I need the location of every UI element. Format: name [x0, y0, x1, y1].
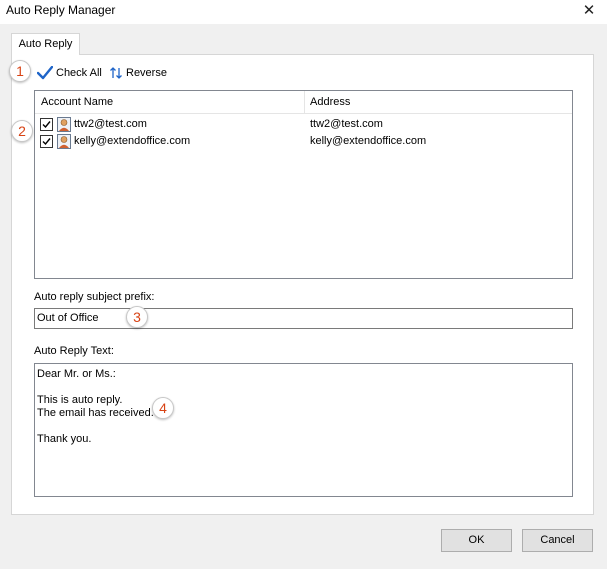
account-name: kelly@extendoffice.com [74, 135, 191, 147]
account-checkbox[interactable] [40, 118, 53, 131]
user-avatar-icon [57, 117, 71, 132]
checkbox-check-icon [42, 121, 51, 129]
accounts-list-header: Account Name Address [35, 91, 572, 114]
accounts-list[interactable]: Account Name Address ttw2@test.com ttw2@… [34, 90, 573, 279]
auto-reply-text-area[interactable]: Dear Mr. or Ms.: This is auto reply. The… [34, 363, 573, 497]
close-icon[interactable]: ✕ [575, 1, 603, 21]
callout-marker-2: 2 [11, 120, 33, 142]
subject-prefix-input[interactable]: Out of Office [34, 308, 573, 329]
subject-prefix-label: Auto reply subject prefix: [34, 291, 155, 303]
callout-marker-1: 1 [9, 60, 31, 82]
title-bar: Auto Reply Manager ✕ [0, 0, 607, 24]
account-address: ttw2@test.com [310, 118, 383, 130]
cancel-button[interactable]: Cancel [522, 529, 593, 552]
check-all-label: Check All [56, 67, 102, 79]
account-checkbox[interactable] [40, 135, 53, 148]
reply-text-line: The email has received. [37, 407, 154, 419]
checkmark-icon [37, 66, 53, 80]
window-title: Auto Reply Manager [6, 3, 116, 17]
reply-text-line: Dear Mr. or Ms.: [37, 368, 116, 380]
ok-button[interactable]: OK [441, 529, 512, 552]
tab-auto-reply[interactable]: Auto Reply [11, 33, 80, 55]
reply-text-line [37, 420, 570, 433]
reply-text-line: This is auto reply. [37, 394, 123, 406]
reverse-arrows-icon [110, 67, 122, 79]
column-header-address[interactable]: Address [310, 96, 350, 108]
auto-reply-text-label: Auto Reply Text: [34, 345, 114, 357]
account-row[interactable]: kelly@extendoffice.com kelly@extendoffic… [35, 133, 572, 150]
reverse-button[interactable]: Reverse [109, 64, 167, 82]
reply-text-line: Thank you. [37, 433, 92, 445]
reply-text-line [37, 381, 570, 394]
account-name: ttw2@test.com [74, 118, 147, 130]
auto-reply-tab-panel: Check All Reverse Account Name Address t… [11, 54, 594, 515]
callout-marker-3: 3 [126, 306, 148, 328]
checkbox-check-icon [42, 138, 51, 146]
column-header-account-name[interactable]: Account Name [41, 96, 113, 108]
user-avatar-icon [57, 134, 71, 149]
check-all-button[interactable]: Check All [37, 64, 102, 82]
account-row[interactable]: ttw2@test.com ttw2@test.com [35, 116, 572, 133]
account-address: kelly@extendoffice.com [310, 135, 427, 147]
column-divider[interactable] [304, 91, 305, 113]
reverse-label: Reverse [126, 67, 167, 79]
auto-reply-manager-window: Auto Reply Manager ✕ Auto Reply Check Al… [0, 0, 607, 569]
callout-marker-4: 4 [152, 397, 174, 419]
